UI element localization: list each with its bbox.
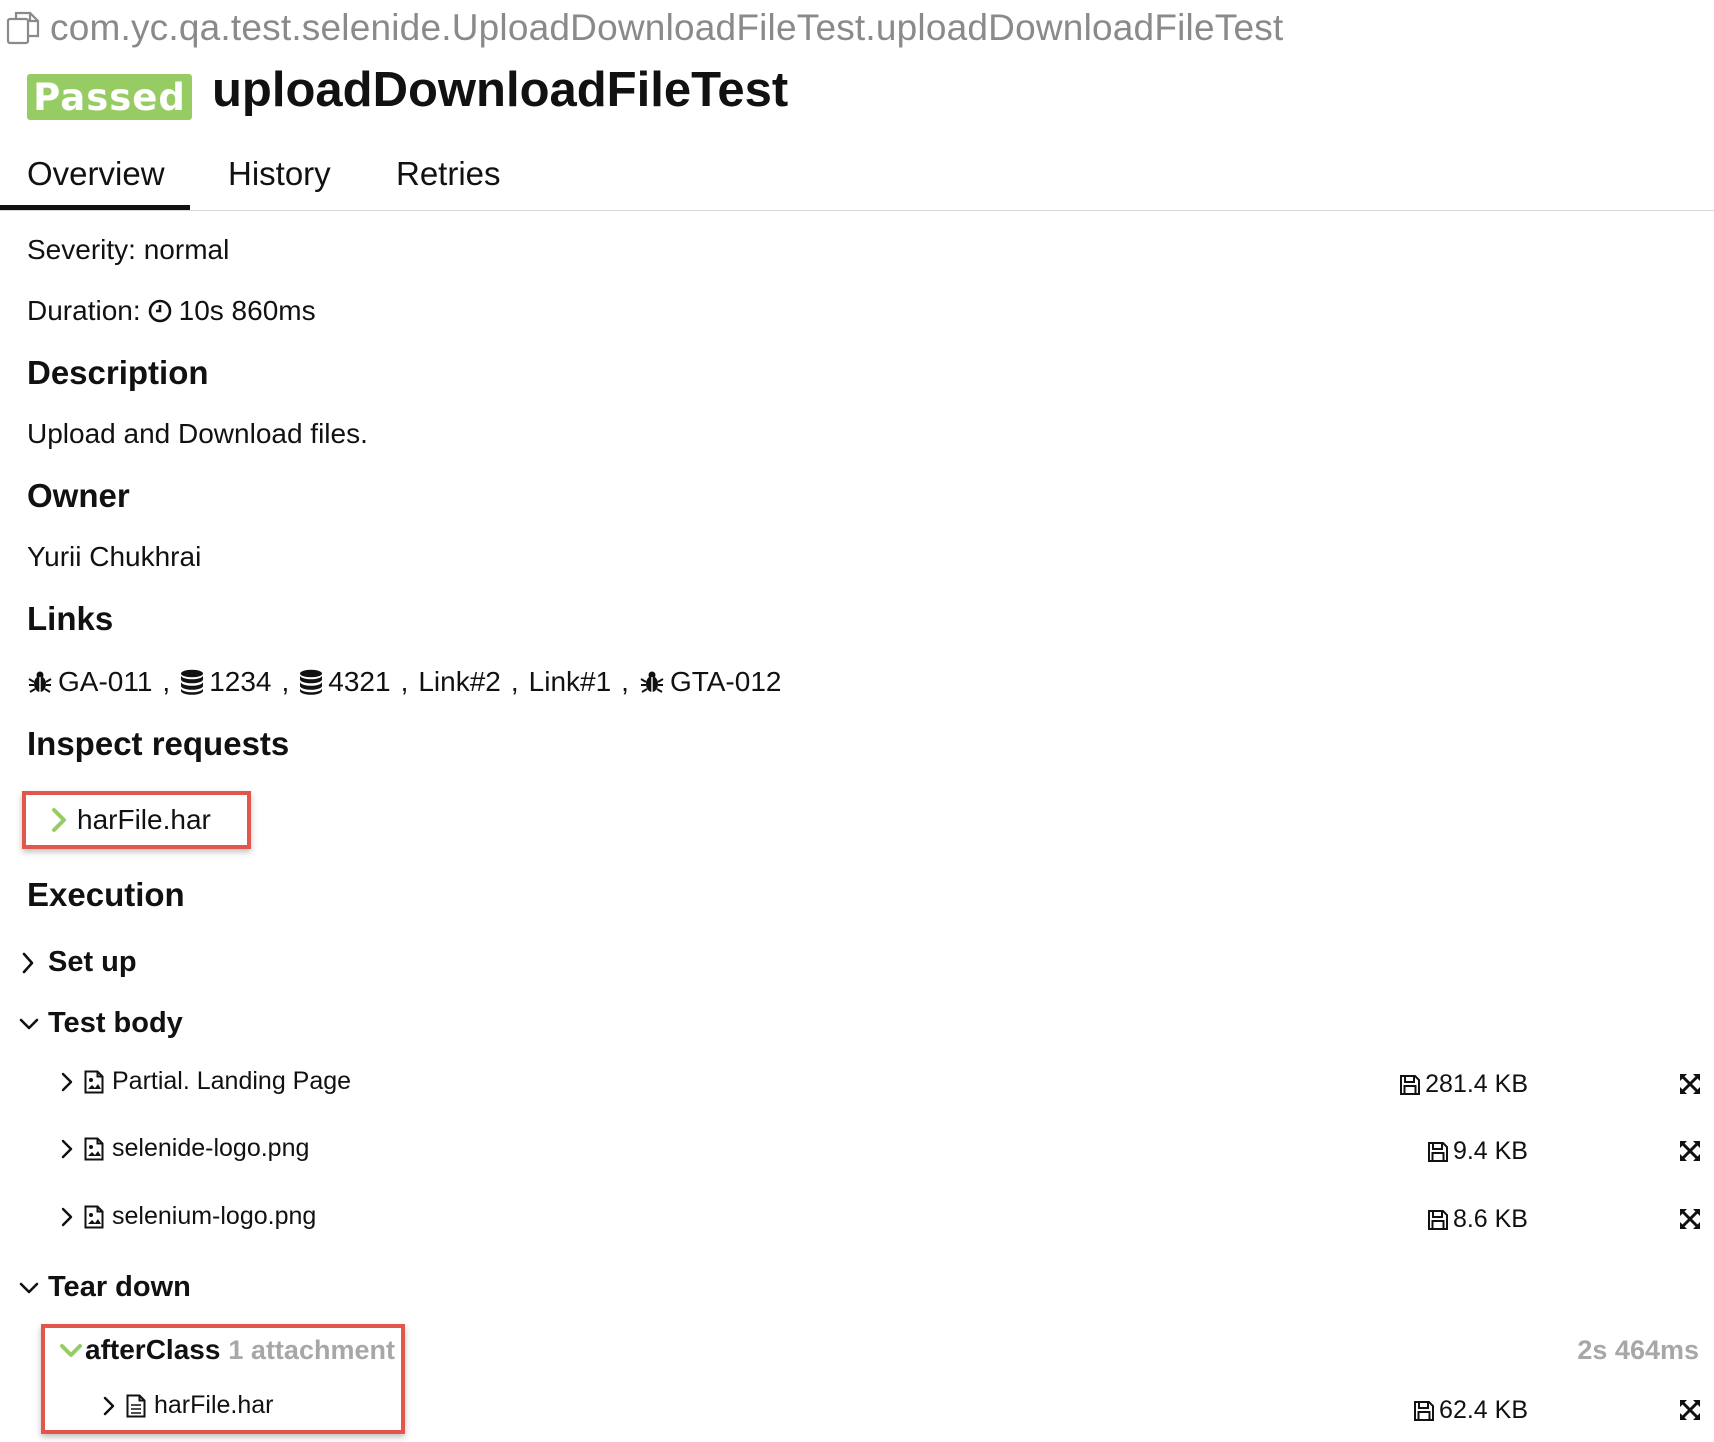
- attachment-row[interactable]: harFile.har: [102, 1391, 274, 1420]
- severity-value: normal: [143, 234, 230, 265]
- link-separator: ,: [510, 666, 519, 697]
- chevron-right-icon: [61, 1207, 73, 1226]
- link-link-1[interactable]: Link#1: [529, 666, 612, 698]
- chevron-down-icon: [19, 1282, 39, 1293]
- copy-icon[interactable]: [6, 10, 40, 46]
- link-label: Link#1: [528, 666, 612, 697]
- teardown-label: Tear down: [48, 1271, 191, 1303]
- attachment-size-value: 9.4 KB: [1452, 1137, 1528, 1165]
- tab-bar: Overview History Retries: [0, 140, 1714, 211]
- har-file-name: harFile.har: [77, 804, 211, 835]
- link-separator: ,: [400, 666, 409, 697]
- link-label: GA-011: [58, 666, 153, 697]
- chevron-down-icon: [60, 1344, 82, 1357]
- tab-overview[interactable]: Overview: [0, 140, 190, 210]
- attachment-name: selenium-logo.png: [112, 1202, 317, 1230]
- page-title: uploadDownloadFileTest: [212, 63, 789, 117]
- after-class-name: afterClass: [85, 1334, 221, 1365]
- tab-retries[interactable]: Retries: [396, 140, 501, 208]
- attachment-row[interactable]: selenium-logo.png: [60, 1202, 316, 1231]
- attachment-size-value: 8.6 KB: [1452, 1205, 1528, 1233]
- link-label: Link#2: [418, 666, 501, 697]
- attachment-row[interactable]: Partial. Landing Page: [60, 1067, 351, 1096]
- link-separator: ,: [621, 666, 629, 697]
- chevron-right-icon: [52, 808, 66, 832]
- save-icon: [1427, 1141, 1448, 1162]
- test-body-label: Test body: [48, 1007, 183, 1039]
- database-icon: [181, 669, 204, 695]
- save-icon: [1414, 1400, 1435, 1421]
- chevron-right-icon: [103, 1396, 115, 1415]
- after-class-meta: 1 attachment: [228, 1334, 395, 1365]
- bug-icon: [28, 671, 52, 693]
- status-badge: Passed: [27, 74, 192, 120]
- expand-icon[interactable]: [1678, 1398, 1702, 1422]
- links-list: GA-011 , 1234 , 4321 , Link#2 , Link#1 ,…: [27, 666, 781, 698]
- description-heading: Description: [27, 354, 209, 391]
- attachment-name: harFile.har: [154, 1391, 274, 1419]
- duration-value: 10s 860ms: [178, 295, 316, 326]
- attachment-name: selenide-logo.png: [112, 1134, 310, 1162]
- inspect-requests-heading: Inspect requests: [27, 725, 290, 762]
- setup-toggle[interactable]: Set up: [20, 946, 137, 979]
- test-body-toggle[interactable]: Test body: [18, 1007, 183, 1040]
- owner-heading: Owner: [27, 477, 130, 514]
- har-file-highlight: harFile.har: [22, 791, 251, 849]
- chevron-right-icon: [22, 952, 34, 973]
- duration-label: Duration:: [27, 295, 141, 326]
- after-class-toggle[interactable]: afterClass 1 attachment: [59, 1334, 395, 1366]
- database-icon: [300, 669, 323, 695]
- owner-name: Yurii Chukhrai: [27, 541, 202, 572]
- clock-icon: [148, 299, 172, 323]
- chevron-down-icon: [19, 1018, 39, 1029]
- image-file-icon: [84, 1137, 104, 1160]
- tab-history[interactable]: History: [228, 140, 331, 208]
- link-1234[interactable]: 1234: [180, 666, 272, 698]
- link-label: 1234: [209, 666, 272, 697]
- link-gta-012[interactable]: GTA-012: [639, 666, 782, 698]
- attachment-size-value: 281.4 KB: [1425, 1070, 1528, 1098]
- expand-icon[interactable]: [1678, 1072, 1702, 1096]
- attachment-name: Partial. Landing Page: [112, 1067, 352, 1095]
- attachment-size: 62.4 KB: [1413, 1396, 1528, 1425]
- link-4321[interactable]: 4321: [299, 666, 391, 698]
- link-label: 4321: [328, 666, 391, 697]
- link-separator: ,: [162, 666, 171, 697]
- after-class-duration: 2s 464ms: [1577, 1335, 1699, 1365]
- severity-row: Severity: normal: [27, 234, 229, 266]
- image-file-icon: [84, 1205, 104, 1228]
- test-full-name: com.yc.qa.test.selenide.UploadDownloadFi…: [6, 4, 1283, 52]
- link-ga-011[interactable]: GA-011: [27, 666, 152, 698]
- image-file-icon: [84, 1070, 104, 1093]
- full-name-text: com.yc.qa.test.selenide.UploadDownloadFi…: [50, 7, 1284, 48]
- attachment-size-value: 62.4 KB: [1439, 1396, 1528, 1424]
- link-link-2[interactable]: Link#2: [418, 666, 501, 698]
- attachment-size: 9.4 KB: [1427, 1137, 1528, 1166]
- attachment-size: 8.6 KB: [1427, 1205, 1528, 1234]
- link-separator: ,: [281, 666, 290, 697]
- expand-icon[interactable]: [1678, 1139, 1702, 1163]
- link-label: GTA-012: [669, 666, 782, 697]
- attachment-row[interactable]: selenide-logo.png: [60, 1134, 309, 1163]
- text-file-icon: [126, 1394, 146, 1417]
- bug-icon: [640, 671, 664, 693]
- execution-heading: Execution: [27, 876, 185, 913]
- chevron-right-icon: [61, 1139, 73, 1158]
- expand-icon[interactable]: [1678, 1207, 1702, 1231]
- save-icon: [1400, 1074, 1421, 1095]
- severity-label: Severity:: [27, 234, 136, 265]
- description-text: Upload and Download files.: [27, 418, 368, 449]
- duration-row: Duration: 10s 860ms: [27, 295, 316, 327]
- links-heading: Links: [27, 600, 114, 637]
- save-icon: [1427, 1209, 1448, 1230]
- setup-label: Set up: [48, 946, 137, 978]
- after-class-highlight: afterClass 1 attachment harFile.har: [41, 1324, 405, 1434]
- teardown-toggle[interactable]: Tear down: [18, 1271, 191, 1304]
- attachment-size: 281.4 KB: [1399, 1070, 1528, 1099]
- har-file-toggle[interactable]: harFile.har: [50, 795, 211, 845]
- chevron-right-icon: [61, 1072, 73, 1091]
